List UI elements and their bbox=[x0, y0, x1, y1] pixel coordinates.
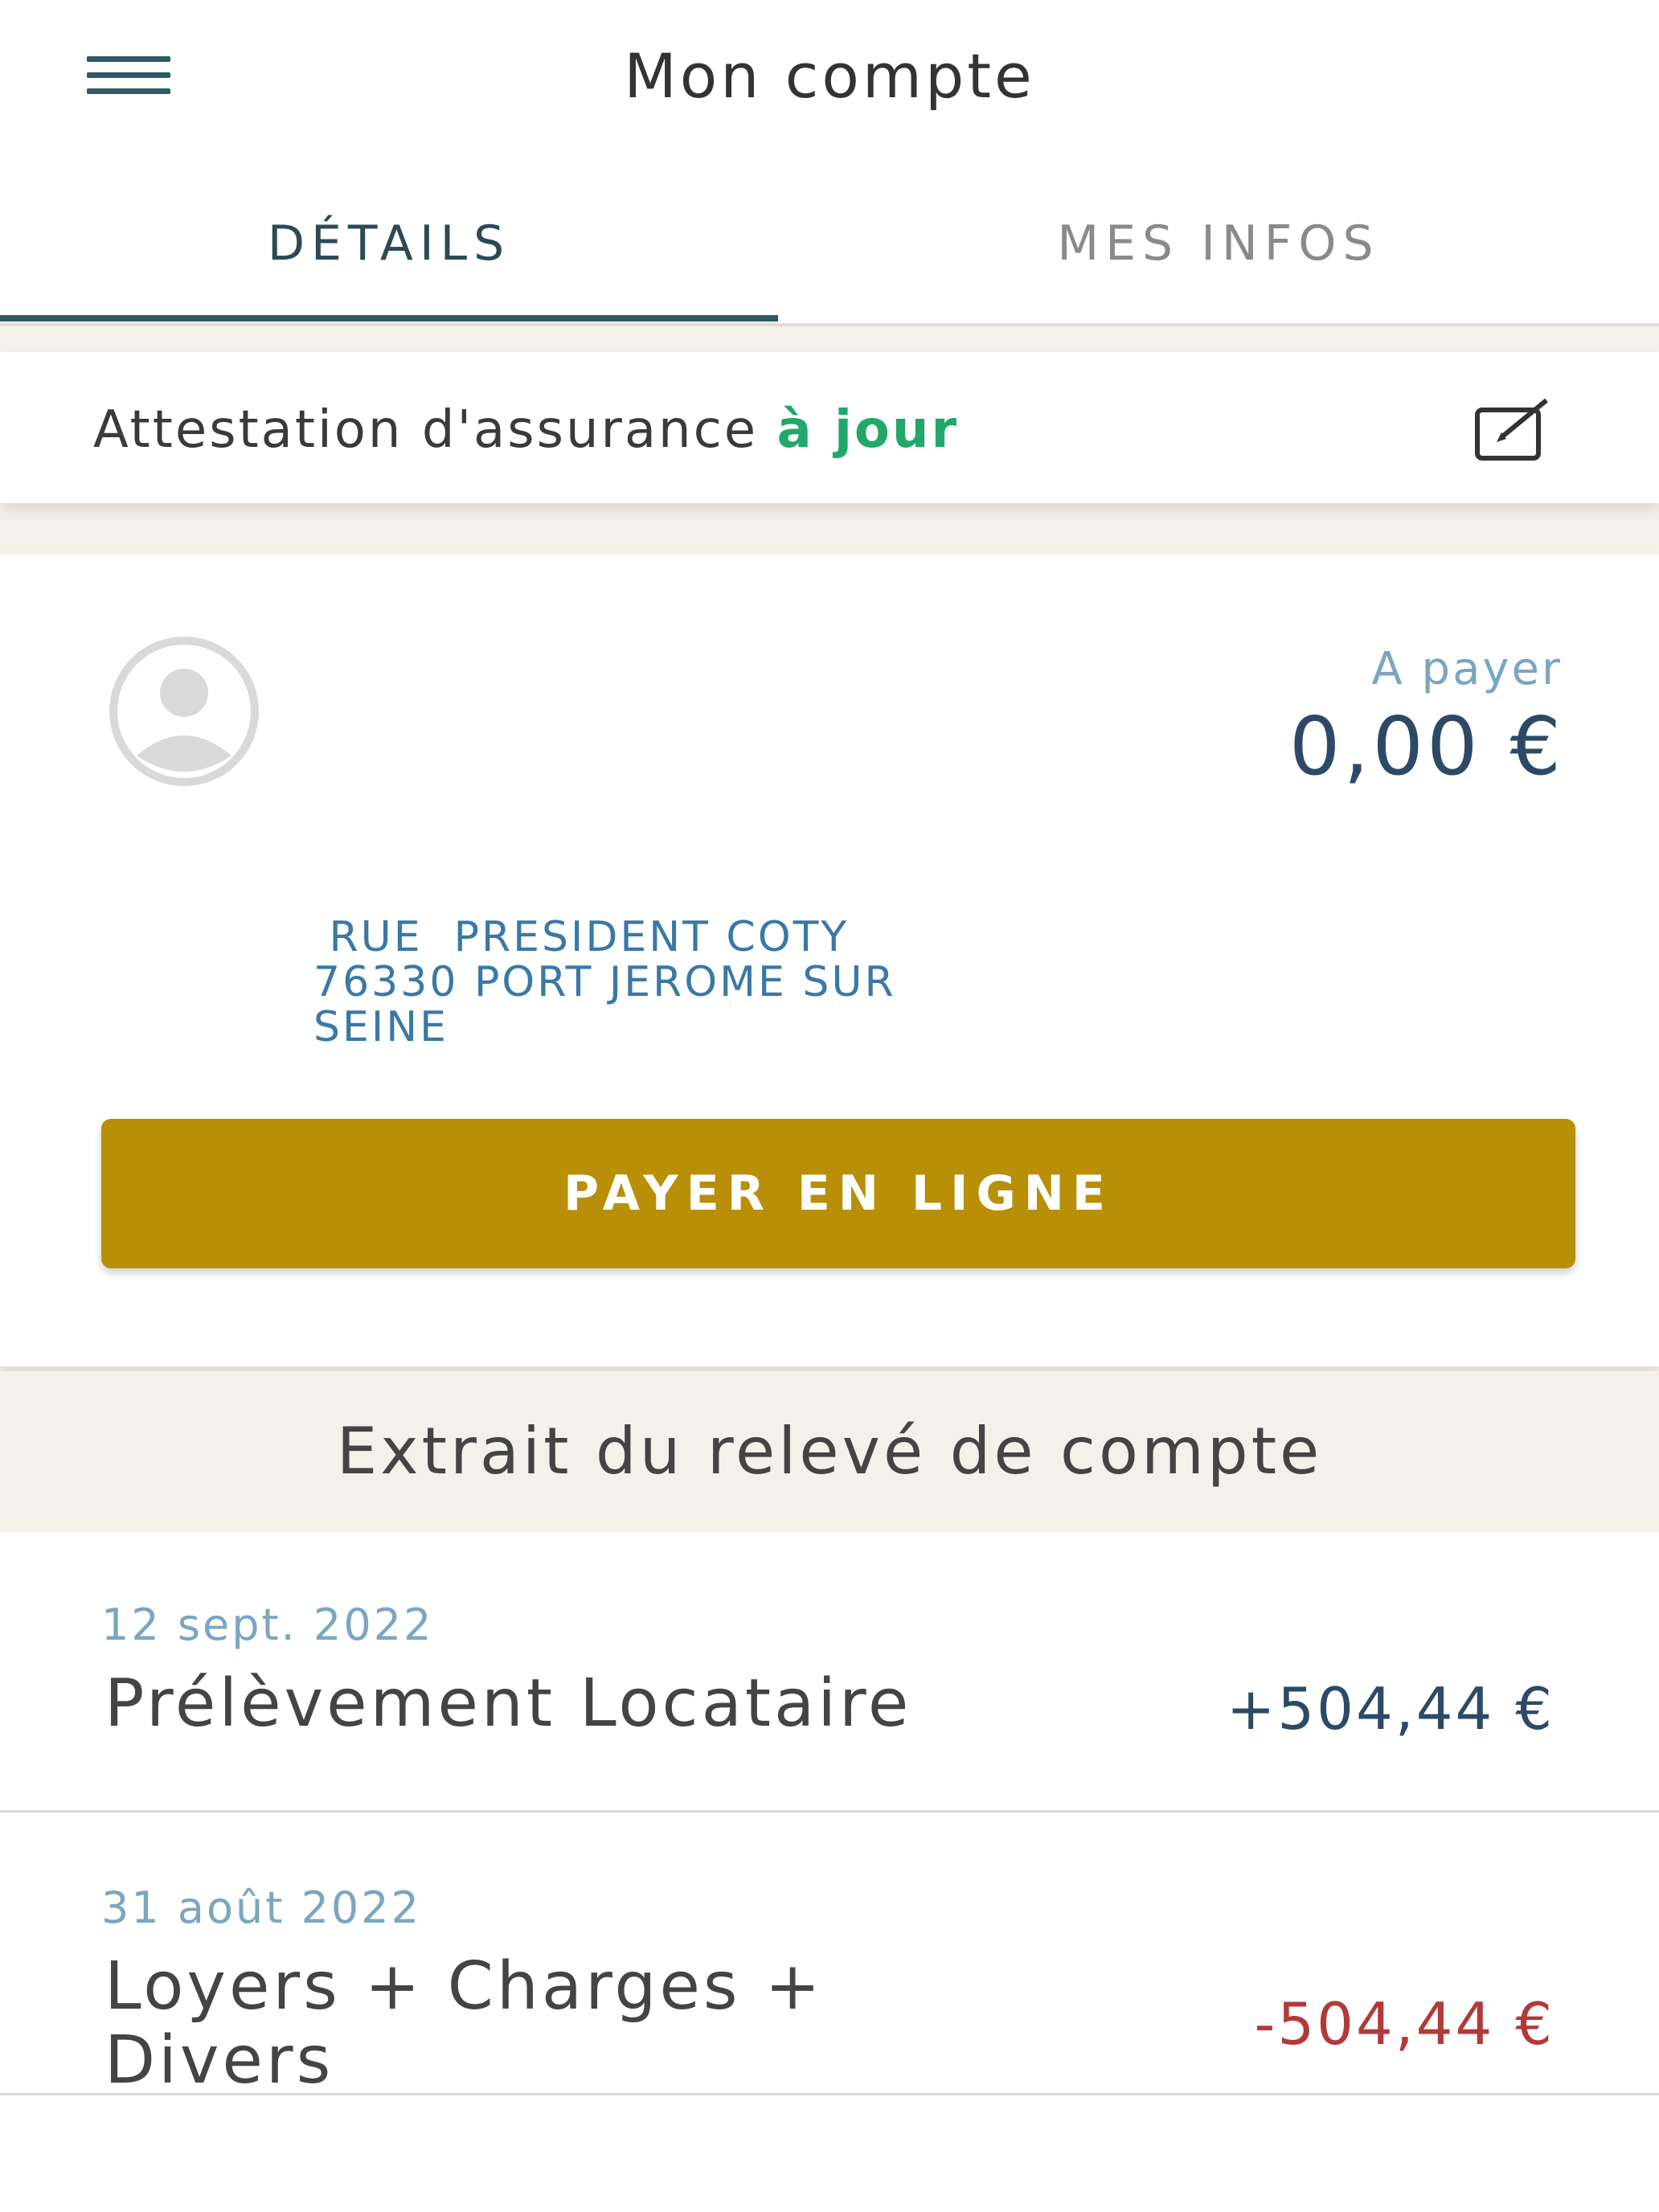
row-date: 31 août 2022 bbox=[101, 1882, 421, 1933]
address-line-1: RUE PRESIDENT COTY bbox=[313, 913, 850, 961]
row-label: Loyers + Charges + Divers bbox=[104, 1950, 823, 2098]
edit-icon[interactable] bbox=[1474, 397, 1558, 461]
tab-bar: DÉTAILS MES INFOS bbox=[0, 153, 1659, 326]
attestation-card[interactable]: Attestation d'assurance à jour bbox=[0, 352, 1659, 503]
page-title: Mon compte bbox=[624, 40, 1035, 112]
avatar-icon bbox=[109, 637, 259, 786]
row-label-line-2: Divers bbox=[104, 2022, 334, 2099]
address-line-2: 76330 PORT JEROME SUR bbox=[313, 958, 896, 1006]
row-label-line-1: Loyers + Charges + bbox=[104, 1948, 824, 2025]
attestation-text: Attestation d'assurance à jour bbox=[93, 400, 959, 460]
pay-online-button[interactable]: PAYER EN LIGNE bbox=[101, 1119, 1575, 1268]
list-item[interactable]: 31 août 2022 Loyers + Charges + Divers -… bbox=[0, 1815, 1659, 2098]
row-label: Prélèvement Locataire bbox=[104, 1665, 912, 1742]
row-amount: -504,44 € bbox=[1254, 1990, 1555, 2058]
app-bar: Mon compte bbox=[0, 0, 1659, 153]
pay-amount: 0,00 € bbox=[1288, 699, 1564, 793]
address: RUE PRESIDENT COTY 76330 PORT JEROME SUR… bbox=[313, 915, 896, 1050]
statement-list: 12 sept. 2022 Prélèvement Locataire +504… bbox=[0, 1532, 1659, 2212]
account-card: A payer 0,00 € RUE PRESIDENT COTY 76330 … bbox=[0, 555, 1659, 1366]
pay-label: A payer bbox=[1371, 643, 1563, 695]
address-line-3: SEINE bbox=[313, 1003, 449, 1051]
attestation-status: à jour bbox=[776, 400, 959, 460]
attestation-label: Attestation d'assurance bbox=[93, 400, 759, 460]
tab-mes-infos[interactable]: MES INFOS bbox=[830, 153, 1608, 323]
statement-title: Extrait du relevé de compte bbox=[0, 1371, 1659, 1532]
tab-details[interactable]: DÉTAILS bbox=[0, 153, 778, 323]
active-tab-indicator bbox=[0, 315, 778, 322]
row-amount: +504,44 € bbox=[1227, 1675, 1555, 1743]
row-date: 12 sept. 2022 bbox=[101, 1600, 434, 1650]
list-item[interactable]: 12 sept. 2022 Prélèvement Locataire +504… bbox=[0, 1532, 1659, 1813]
